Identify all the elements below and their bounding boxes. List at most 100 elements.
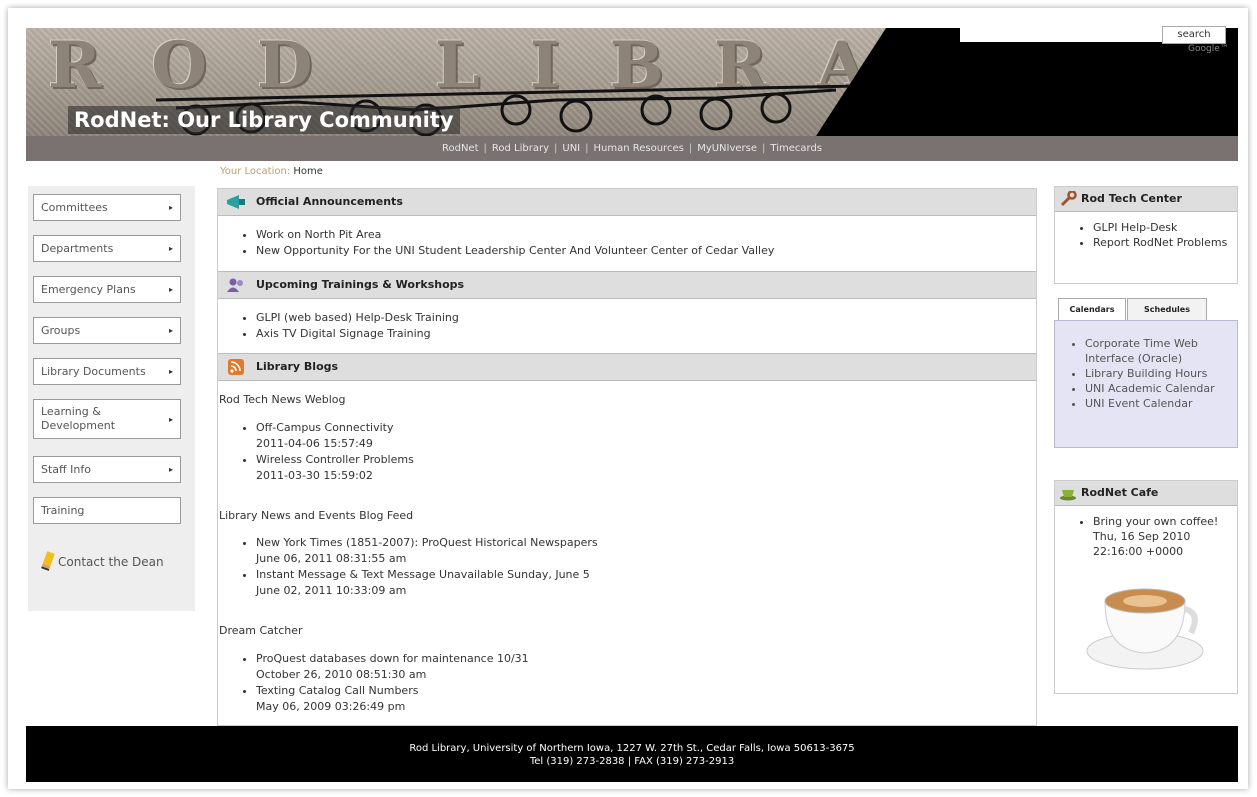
blog-entry-link[interactable]: New York Times (1851-2007): ProQuest His… xyxy=(256,536,598,549)
announcement-link[interactable]: Work on North Pit Area xyxy=(256,228,381,241)
nav-link-rodnet[interactable]: RodNet xyxy=(442,143,479,154)
list-item[interactable]: Wireless Controller Problems 2011-03-30 1… xyxy=(256,452,414,484)
sidebar-item-label: Departments xyxy=(41,242,114,255)
sidebar-item-library-documents[interactable]: Library Documents ▸ xyxy=(33,358,181,385)
tech-link[interactable]: Report RodNet Problems xyxy=(1093,236,1227,249)
footer-address: Rod Library, University of Northern Iowa… xyxy=(409,743,855,754)
nav-link-timecards[interactable]: Timecards xyxy=(770,143,822,154)
list-item[interactable]: GLPI (web based) Help-Desk Training xyxy=(256,310,459,326)
list-item[interactable]: GLPI Help-Desk xyxy=(1093,220,1237,235)
people-icon xyxy=(227,278,243,292)
calendar-link[interactable]: UNI Academic Calendar xyxy=(1085,382,1215,395)
site-header: ROD LIBRARY RodNet: Our Library Communit… xyxy=(26,28,1238,136)
list-item[interactable]: Axis TV Digital Signage Training xyxy=(256,326,459,342)
announcements-title: Official Announcements xyxy=(256,195,403,208)
blog-entry-date: October 26, 2010 08:51:30 am xyxy=(256,668,427,681)
list-item[interactable]: Texting Catalog Call Numbers May 06, 2009… xyxy=(256,683,529,715)
footer-phone: Tel (319) 273-2838 | FAX (319) 273-2913 xyxy=(529,756,735,767)
sidebar-item-label: Committees xyxy=(41,201,108,214)
list-item[interactable]: Corporate Time Web Interface (Oracle) xyxy=(1085,336,1237,366)
arrow-right-icon: ▸ xyxy=(168,326,173,335)
list-item[interactable]: UNI Event Calendar xyxy=(1085,396,1237,411)
wrench-icon xyxy=(1060,191,1077,207)
sidebar-item-label: Staff Info xyxy=(41,463,91,476)
list-item[interactable]: Instant Message & Text Message Unavailab… xyxy=(256,567,598,599)
list-item[interactable]: UNI Academic Calendar xyxy=(1085,381,1237,396)
list-item[interactable]: New York Times (1851-2007): ProQuest His… xyxy=(256,535,598,567)
arrow-right-icon: ▸ xyxy=(168,367,173,376)
sidebar-item-committees[interactable]: Committees ▸ xyxy=(33,194,181,221)
announcement-link[interactable]: New Opportunity For the UNI Student Lead… xyxy=(256,244,774,257)
search-button[interactable]: search xyxy=(1162,26,1226,44)
blog-entry-link[interactable]: Off-Campus Connectivity xyxy=(256,421,393,434)
pencil-icon xyxy=(41,551,55,571)
rss-icon xyxy=(228,359,244,375)
tech-center-header: Rod Tech Center xyxy=(1055,187,1237,212)
megaphone-icon xyxy=(227,195,245,209)
nav-link-rod-library[interactable]: Rod Library xyxy=(492,143,549,154)
feed-list: New York Times (1851-2007): ProQuest His… xyxy=(218,535,598,599)
trainings-list: GLPI (web based) Help-Desk Training Axis… xyxy=(218,310,459,342)
blog-entry-link[interactable]: Instant Message & Text Message Unavailab… xyxy=(256,568,590,581)
list-item[interactable]: Off-Campus Connectivity 2011-04-06 15:57:… xyxy=(256,420,414,452)
list-item[interactable]: Work on North Pit Area xyxy=(256,227,774,243)
site-title: RodNet: Our Library Community xyxy=(68,106,460,134)
coffee-icon xyxy=(1060,490,1076,501)
list-item[interactable]: Library Building Hours xyxy=(1085,366,1237,381)
blog-entry-link[interactable]: Texting Catalog Call Numbers xyxy=(256,684,418,697)
sidebar-item-label: Training xyxy=(41,504,85,517)
contact-dean-link[interactable]: Contact the Dean xyxy=(41,551,164,571)
blog-entry-link[interactable]: ProQuest databases down for maintenance … xyxy=(256,652,529,665)
main-content: Official Announcements Work on North Pit… xyxy=(217,188,1037,726)
calendar-link[interactable]: UNI Event Calendar xyxy=(1085,397,1193,410)
tab-schedules[interactable]: Schedules xyxy=(1127,298,1207,321)
cafe-list: Bring your own coffee! Thu, 16 Sep 2010 2… xyxy=(1055,514,1237,559)
blogs-header: Library Blogs xyxy=(218,353,1036,381)
sidebar-item-staff-info[interactable]: Staff Info ▸ xyxy=(33,456,181,483)
nav-link-human-resources[interactable]: Human Resources xyxy=(594,143,684,154)
cafe-box: RodNet Cafe Bring your own coffee! Thu, 1… xyxy=(1054,480,1238,694)
blog-entry-date: 2011-03-30 15:59:02 xyxy=(256,469,373,482)
cafe-header: RodNet Cafe xyxy=(1055,481,1237,506)
list-item[interactable]: Report RodNet Problems xyxy=(1093,235,1237,250)
sidebar-item-groups[interactable]: Groups ▸ xyxy=(33,317,181,344)
sidebar-item-label: Groups xyxy=(41,324,81,337)
training-link[interactable]: GLPI (web based) Help-Desk Training xyxy=(256,311,459,324)
arrow-right-icon: ▸ xyxy=(168,285,173,294)
coffee-cup-image xyxy=(1086,588,1204,670)
blog-entry-date: May 06, 2009 03:26:49 pm xyxy=(256,700,406,713)
tech-link[interactable]: GLPI Help-Desk xyxy=(1093,221,1177,234)
cafe-link[interactable]: Bring your own coffee! xyxy=(1093,515,1218,528)
training-link[interactable]: Axis TV Digital Signage Training xyxy=(256,327,431,340)
left-sidebar: Committees ▸ Departments ▸ Emergency Plans… xyxy=(28,186,195,611)
nav-link-uni[interactable]: UNI xyxy=(562,143,580,154)
sidebar-item-learning-development[interactable]: Learning & Development ▸ xyxy=(33,399,181,439)
calendars-list: Corporate Time Web Interface (Oracle) Li… xyxy=(1055,336,1237,411)
breadcrumb-home[interactable]: Home xyxy=(293,166,323,177)
breadcrumb-label: Your Location: xyxy=(220,166,291,177)
feed-list: ProQuest databases down for maintenance … xyxy=(218,651,529,715)
calendar-link[interactable]: Library Building Hours xyxy=(1085,367,1207,380)
blogs-title: Library Blogs xyxy=(256,360,339,373)
blog-entry-date: June 06, 2011 08:31:55 am xyxy=(256,552,407,565)
sidebar-item-label: Library Documents xyxy=(41,365,146,378)
blog-entry-link[interactable]: Wireless Controller Problems xyxy=(256,453,414,466)
list-item[interactable]: New Opportunity For the UNI Student Lead… xyxy=(256,243,774,259)
nav-link-myuniverse[interactable]: MyUNIverse xyxy=(697,143,757,154)
top-navigation: RodNet | Rod Library | UNI | Human Resources | M… xyxy=(26,136,1238,161)
announcements-list: Work on North Pit Area New Opportunity F… xyxy=(218,227,774,259)
blog-entry-date: June 02, 2011 10:33:09 am xyxy=(256,584,407,597)
sidebar-item-label: Emergency Plans xyxy=(41,283,136,296)
calendar-link[interactable]: Corporate Time Web Interface (Oracle) xyxy=(1085,337,1198,365)
sidebar-item-training[interactable]: Training xyxy=(33,497,181,524)
cafe-title: RodNet Cafe xyxy=(1081,486,1159,499)
sidebar-item-departments[interactable]: Departments ▸ xyxy=(33,235,181,262)
arrow-right-icon: ▸ xyxy=(168,415,173,424)
tab-calendars[interactable]: Calendars xyxy=(1058,298,1126,321)
site-footer: Rod Library, University of Northern Iowa… xyxy=(26,726,1238,782)
search-input[interactable] xyxy=(960,28,1166,42)
sidebar-item-emergency-plans[interactable]: Emergency Plans ▸ xyxy=(33,276,181,303)
list-item[interactable]: Bring your own coffee! Thu, 16 Sep 2010 2… xyxy=(1093,514,1237,559)
tech-center-list: GLPI Help-Desk Report RodNet Problems xyxy=(1055,220,1237,250)
list-item[interactable]: ProQuest databases down for maintenance … xyxy=(256,651,529,683)
